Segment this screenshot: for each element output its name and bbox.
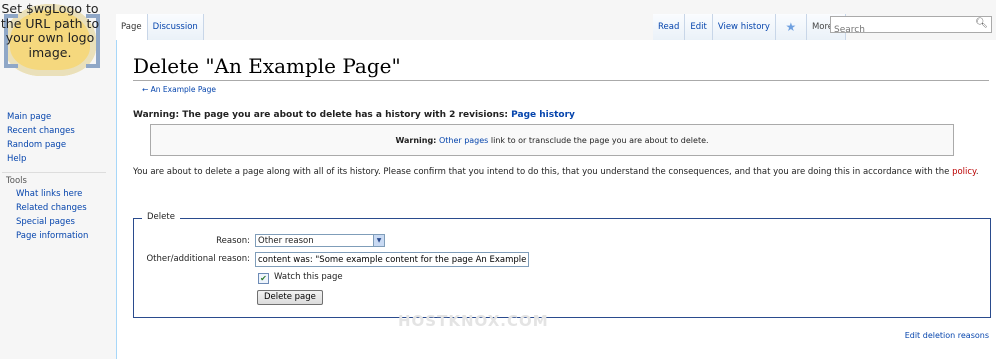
- sidebar-item-recent-changes[interactable]: Recent changes: [0, 124, 116, 138]
- view-tabs: Read Edit View history ★ More ▾: [653, 14, 846, 40]
- explanation-end: .: [975, 167, 979, 177]
- explanation-text: You are about to delete a page along wit…: [133, 167, 950, 177]
- logo-text: Set $wgLogo to the URL path to your own …: [0, 1, 100, 60]
- delete-page-button[interactable]: Delete page: [257, 290, 323, 305]
- policy-link[interactable]: policy: [952, 167, 976, 177]
- sidebar-item-special-pages[interactable]: Special pages: [0, 215, 116, 229]
- other-reason-label: Other/additional reason:: [146, 254, 250, 264]
- tab-read[interactable]: Read: [653, 14, 686, 40]
- sidebar-item-help[interactable]: Help: [0, 152, 116, 166]
- history-warning-text: Warning: The page you are about to delet…: [133, 110, 509, 120]
- form-legend: Delete: [142, 212, 180, 222]
- tools-heading[interactable]: Tools: [2, 172, 106, 187]
- chevron-down-icon: ▼: [373, 235, 384, 246]
- reason-label: Reason:: [216, 236, 250, 246]
- tab-discussion[interactable]: Discussion: [147, 14, 204, 40]
- page-history-link[interactable]: Page history: [511, 110, 575, 120]
- sidebar-navigation: Main page Recent changes Random page Hel…: [0, 110, 116, 166]
- search-input[interactable]: [831, 22, 977, 38]
- sidebar-item-random-page[interactable]: Random page: [0, 138, 116, 152]
- transclusion-warning-box: Warning: Other pages link to or transclu…: [150, 124, 954, 156]
- reason-dropdown[interactable]: Other reason ▼: [255, 234, 385, 247]
- tab-view-history[interactable]: View history: [712, 14, 776, 40]
- watch-checkbox[interactable]: ✔: [258, 273, 269, 284]
- sidebar-item-main-page[interactable]: Main page: [0, 110, 116, 124]
- tab-page[interactable]: Page: [116, 14, 148, 40]
- tab-edit[interactable]: Edit: [685, 14, 713, 40]
- site-logo[interactable]: Set $wgLogo to the URL path to your own …: [0, 0, 116, 90]
- reason-selected-value: Other reason: [258, 236, 314, 246]
- watch-label[interactable]: Watch this page: [274, 272, 343, 282]
- edit-deletion-reasons-link[interactable]: Edit deletion reasons: [905, 331, 989, 340]
- watermark: HOSTKNOX.COM: [398, 312, 549, 330]
- back-to-page-link[interactable]: ← An Example Page: [142, 85, 216, 94]
- sidebar-item-related-changes[interactable]: Related changes: [0, 201, 116, 215]
- search-icon[interactable]: 🔍︎: [975, 18, 988, 29]
- sidebar-item-page-information[interactable]: Page information: [0, 229, 116, 243]
- sidebar-item-what-links-here[interactable]: What links here: [0, 187, 116, 201]
- warning-text: link to or transclude the page you are a…: [490, 136, 709, 145]
- page-title: Delete "An Example Page": [133, 54, 401, 78]
- other-pages-link[interactable]: Other pages: [439, 136, 488, 145]
- main-content: Delete "An Example Page" ← An Example Pa…: [116, 40, 996, 359]
- sidebar-tools: What links here Related changes Special …: [0, 187, 116, 243]
- deletion-explanation: You are about to delete a page along wit…: [133, 165, 981, 180]
- warning-label: Warning:: [395, 136, 437, 145]
- title-divider: [133, 80, 989, 81]
- namespace-tabs: Page Discussion: [116, 14, 204, 40]
- delete-form: Delete Reason: Other reason ▼ Other/addi…: [133, 212, 991, 318]
- watch-star-icon[interactable]: ★: [775, 14, 807, 40]
- history-warning: Warning: The page you are about to delet…: [133, 110, 575, 120]
- other-reason-input[interactable]: [255, 252, 529, 267]
- sidebar: Main page Recent changes Random page Hel…: [0, 110, 116, 243]
- search-box: 🔍︎: [830, 16, 992, 38]
